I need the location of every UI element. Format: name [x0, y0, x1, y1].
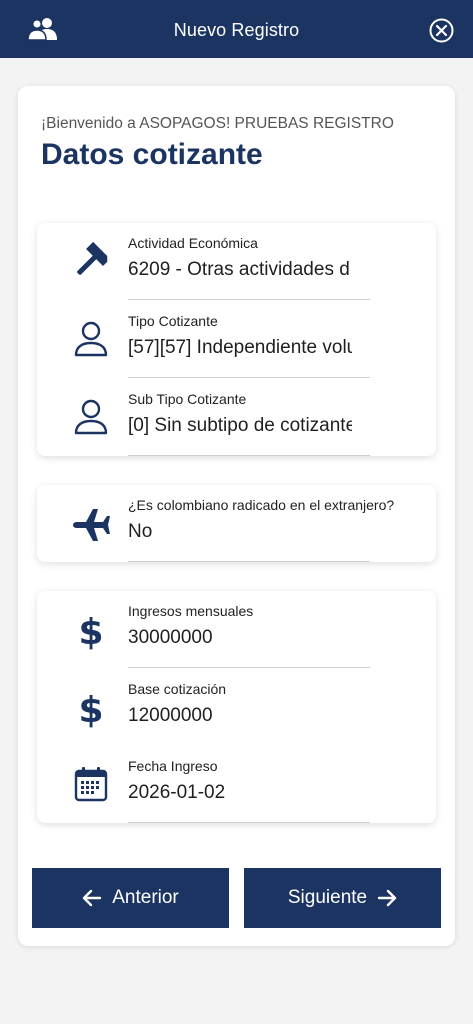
- divider: [128, 667, 370, 668]
- cotizante-type-group: Actividad Económica 6209 - Otras activid…: [37, 223, 436, 456]
- divider: [128, 561, 370, 562]
- top-bar: Nuevo Registro: [0, 0, 473, 58]
- subtipo-value[interactable]: [0] Sin subtipo de cotizante: [128, 415, 352, 437]
- divider: [128, 299, 370, 300]
- extranjero-group: ¿Es colombiano radicado en el extranjero…: [37, 485, 436, 562]
- close-circle-icon[interactable]: [429, 18, 454, 43]
- actividad-label: Actividad Económica: [128, 235, 258, 251]
- anterior-label: Anterior: [112, 887, 179, 908]
- sub-tipo-cotizante-field[interactable]: Sub Tipo Cotizante [0] Sin subtipo de co…: [37, 379, 436, 457]
- divider: [128, 377, 370, 378]
- tipo-value[interactable]: [57][57] Independiente volu: [128, 337, 352, 359]
- airplane-icon: [71, 505, 111, 545]
- ingresos-group: $ Ingresos mensuales 30000000 $ Base cot…: [37, 591, 436, 823]
- ingresos-mensuales-field[interactable]: $ Ingresos mensuales 30000000: [37, 591, 436, 669]
- dollar-icon: $: [71, 610, 111, 653]
- siguiente-button[interactable]: Siguiente: [244, 868, 441, 928]
- extranjero-value[interactable]: No: [128, 521, 352, 543]
- anterior-button[interactable]: Anterior: [32, 868, 229, 928]
- svg-text:$: $: [78, 690, 103, 728]
- extranjero-label: ¿Es colombiano radicado en el extranjero…: [128, 497, 395, 513]
- ingresos-label: Ingresos mensuales: [128, 603, 254, 619]
- calendar-icon: [71, 764, 111, 804]
- subtipo-label: Sub Tipo Cotizante: [128, 391, 247, 407]
- base-label: Base cotización: [128, 681, 227, 697]
- fecha-label: Fecha Ingreso: [128, 758, 218, 774]
- actividad-economica-field[interactable]: Actividad Económica 6209 - Otras activid…: [37, 223, 436, 301]
- svg-text:$: $: [78, 612, 103, 650]
- user-icon: [71, 319, 111, 359]
- ingresos-value[interactable]: 30000000: [128, 627, 352, 649]
- divider: [128, 455, 370, 456]
- arrow-right-icon: [377, 889, 397, 907]
- base-cotizacion-field[interactable]: $ Base cotización 12000000: [37, 669, 436, 747]
- actividad-value[interactable]: 6209 - Otras actividades d: [128, 259, 352, 281]
- hammer-icon: [71, 241, 111, 281]
- base-value[interactable]: 12000000: [128, 705, 352, 727]
- page-title: Nuevo Registro: [173, 20, 300, 40]
- tipo-label: Tipo Cotizante: [128, 313, 218, 329]
- section-heading: Datos cotizante: [41, 138, 263, 171]
- welcome-text: ¡Bienvenido a ASOPAGOS! PRUEBAS REGISTRO: [41, 115, 394, 132]
- fecha-value[interactable]: 2026-01-02: [128, 782, 352, 804]
- arrow-left-icon: [83, 889, 102, 907]
- siguiente-label: Siguiente: [287, 887, 368, 908]
- user-icon: [71, 397, 111, 437]
- fecha-ingreso-field[interactable]: Fecha Ingreso 2026-01-02: [37, 746, 436, 824]
- extranjero-field[interactable]: ¿Es colombiano radicado en el extranjero…: [37, 485, 436, 563]
- dollar-icon: $: [71, 688, 111, 731]
- tipo-cotizante-field[interactable]: Tipo Cotizante [57][57] Independiente vo…: [37, 301, 436, 379]
- divider: [128, 822, 370, 823]
